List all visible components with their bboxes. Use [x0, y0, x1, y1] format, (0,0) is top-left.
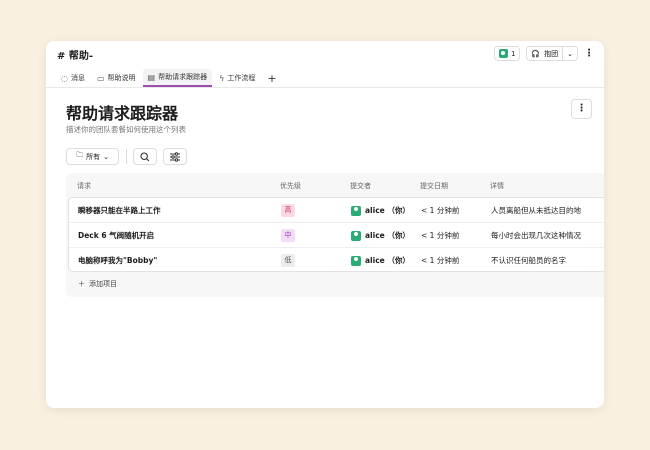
toolbar-divider	[126, 149, 127, 164]
column-header-priority[interactable]: 优先级	[280, 181, 301, 191]
submitter-cell: alice （你）	[351, 223, 410, 248]
list-icon: ▤	[147, 72, 156, 82]
headphones-icon: 🎧	[531, 49, 541, 58]
details-cell: 不认识任何船员的名字	[491, 256, 566, 265]
details-cell: 每小时会出现几次这种情况	[491, 231, 581, 240]
tab-label: 帮助说明	[107, 74, 136, 82]
plus-icon: ＋	[78, 280, 85, 288]
request-cell: 瞬移器只能在半路上工作	[78, 206, 161, 215]
priority-cell: 中	[281, 223, 295, 248]
priority-cell: 低	[281, 248, 295, 273]
member-count: 1	[510, 49, 516, 58]
canvas-icon: ▭	[96, 73, 105, 83]
user-avatar-icon	[351, 255, 361, 266]
priority-badge: 高	[281, 204, 295, 217]
list-description[interactable]: 描述你的团队套餐如何使用这个列表	[66, 124, 186, 135]
details-cell: 人员离船但从未抵达目的地	[491, 206, 581, 215]
filter-settings-button[interactable]	[163, 148, 187, 165]
tab-bar: ◌ 消息 ▭ 帮助说明 ▤ 帮助请求跟踪器 ϟ 工作流程 +	[56, 69, 282, 87]
folder-icon: 🗀	[76, 151, 84, 159]
column-header-details[interactable]: 详情	[490, 181, 504, 191]
table-row[interactable]: Deck 6 气阀随机开启 中 alice （你） < 1 分钟前 每小时会出现…	[69, 223, 604, 248]
members-button[interactable]: 1	[493, 46, 521, 61]
user-avatar-icon	[351, 230, 361, 241]
list-more-button[interactable]: ⋮	[571, 99, 592, 119]
priority-cell: 高	[281, 198, 295, 223]
table-body: 瞬移器只能在半路上工作 高 alice （你） < 1 分钟前 人员离船但从未抵…	[68, 197, 604, 272]
submitter-cell: alice （你）	[351, 198, 410, 223]
divider	[46, 87, 604, 88]
tab-1[interactable]: ▭ 帮助说明	[92, 69, 141, 87]
add-item-label: 添加项目	[89, 280, 117, 288]
column-header-request[interactable]: 请求	[77, 181, 91, 191]
channel-window: # 帮助- 1 🎧 抱团 ⌄ ⋮ ◌ 消息 ▭ 帮助说明 ▤ 帮助请求跟踪器 ϟ 工作流程 + 帮助…	[46, 41, 604, 408]
tab-2[interactable]: ▤ 帮助请求跟踪器	[142, 69, 213, 87]
tab-label: 工作流程	[227, 74, 256, 82]
submitter-cell: alice （你）	[351, 248, 410, 273]
chevron-down-icon: ⌄	[103, 152, 109, 161]
submitter-name[interactable]: alice （你）	[365, 230, 410, 241]
huddle-label: 抱团	[544, 49, 559, 58]
message-icon: ◌	[61, 73, 68, 83]
tab-label: 消息	[70, 74, 85, 82]
search-button[interactable]	[133, 148, 157, 165]
tab-0[interactable]: ◌ 消息	[56, 69, 90, 87]
huddle-button[interactable]: 🎧 抱团 ⌄	[526, 46, 578, 61]
table-row[interactable]: 瞬移器只能在半路上工作 高 alice （你） < 1 分钟前 人员离船但从未抵…	[69, 198, 604, 223]
submitter-name[interactable]: alice （你）	[365, 255, 410, 266]
channel-name[interactable]: # 帮助-	[57, 47, 93, 62]
tab-label: 帮助请求跟踪器	[158, 73, 208, 81]
member-avatar-icon	[498, 49, 508, 58]
filter-label: 所有	[86, 152, 101, 161]
view-filter-dropdown[interactable]: 🗀 所有 ⌄	[66, 148, 119, 165]
submitter-name[interactable]: alice （你）	[365, 205, 410, 216]
column-header-date[interactable]: 提交日期	[420, 181, 448, 191]
page-title: 帮助请求跟踪器	[66, 104, 179, 123]
search-icon	[140, 151, 150, 161]
request-cell: Deck 6 气阀随机开启	[78, 231, 155, 240]
chevron-down-icon[interactable]: ⌄	[562, 47, 577, 60]
more-options-icon[interactable]: ⋮	[584, 48, 594, 59]
sliders-icon	[170, 151, 180, 162]
plus-icon: +	[267, 71, 277, 85]
workflow-icon: ϟ	[219, 73, 225, 83]
column-header-submitter[interactable]: 提交者	[350, 181, 371, 191]
date-cell: < 1 分钟前	[421, 231, 460, 240]
request-cell: 电脑称呼我为"Bobby"	[78, 256, 158, 265]
table-row[interactable]: 电脑称呼我为"Bobby" 低 alice （你） < 1 分钟前 不认识任何船…	[69, 248, 604, 273]
add-tab-button[interactable]: +	[262, 69, 281, 87]
priority-badge: 低	[281, 254, 295, 267]
add-item-button[interactable]: ＋ 添加项目	[78, 279, 117, 289]
date-cell: < 1 分钟前	[421, 256, 460, 265]
date-cell: < 1 分钟前	[421, 206, 460, 215]
priority-badge: 中	[281, 229, 295, 242]
user-avatar-icon	[351, 205, 361, 216]
tab-3[interactable]: ϟ 工作流程	[214, 69, 260, 87]
